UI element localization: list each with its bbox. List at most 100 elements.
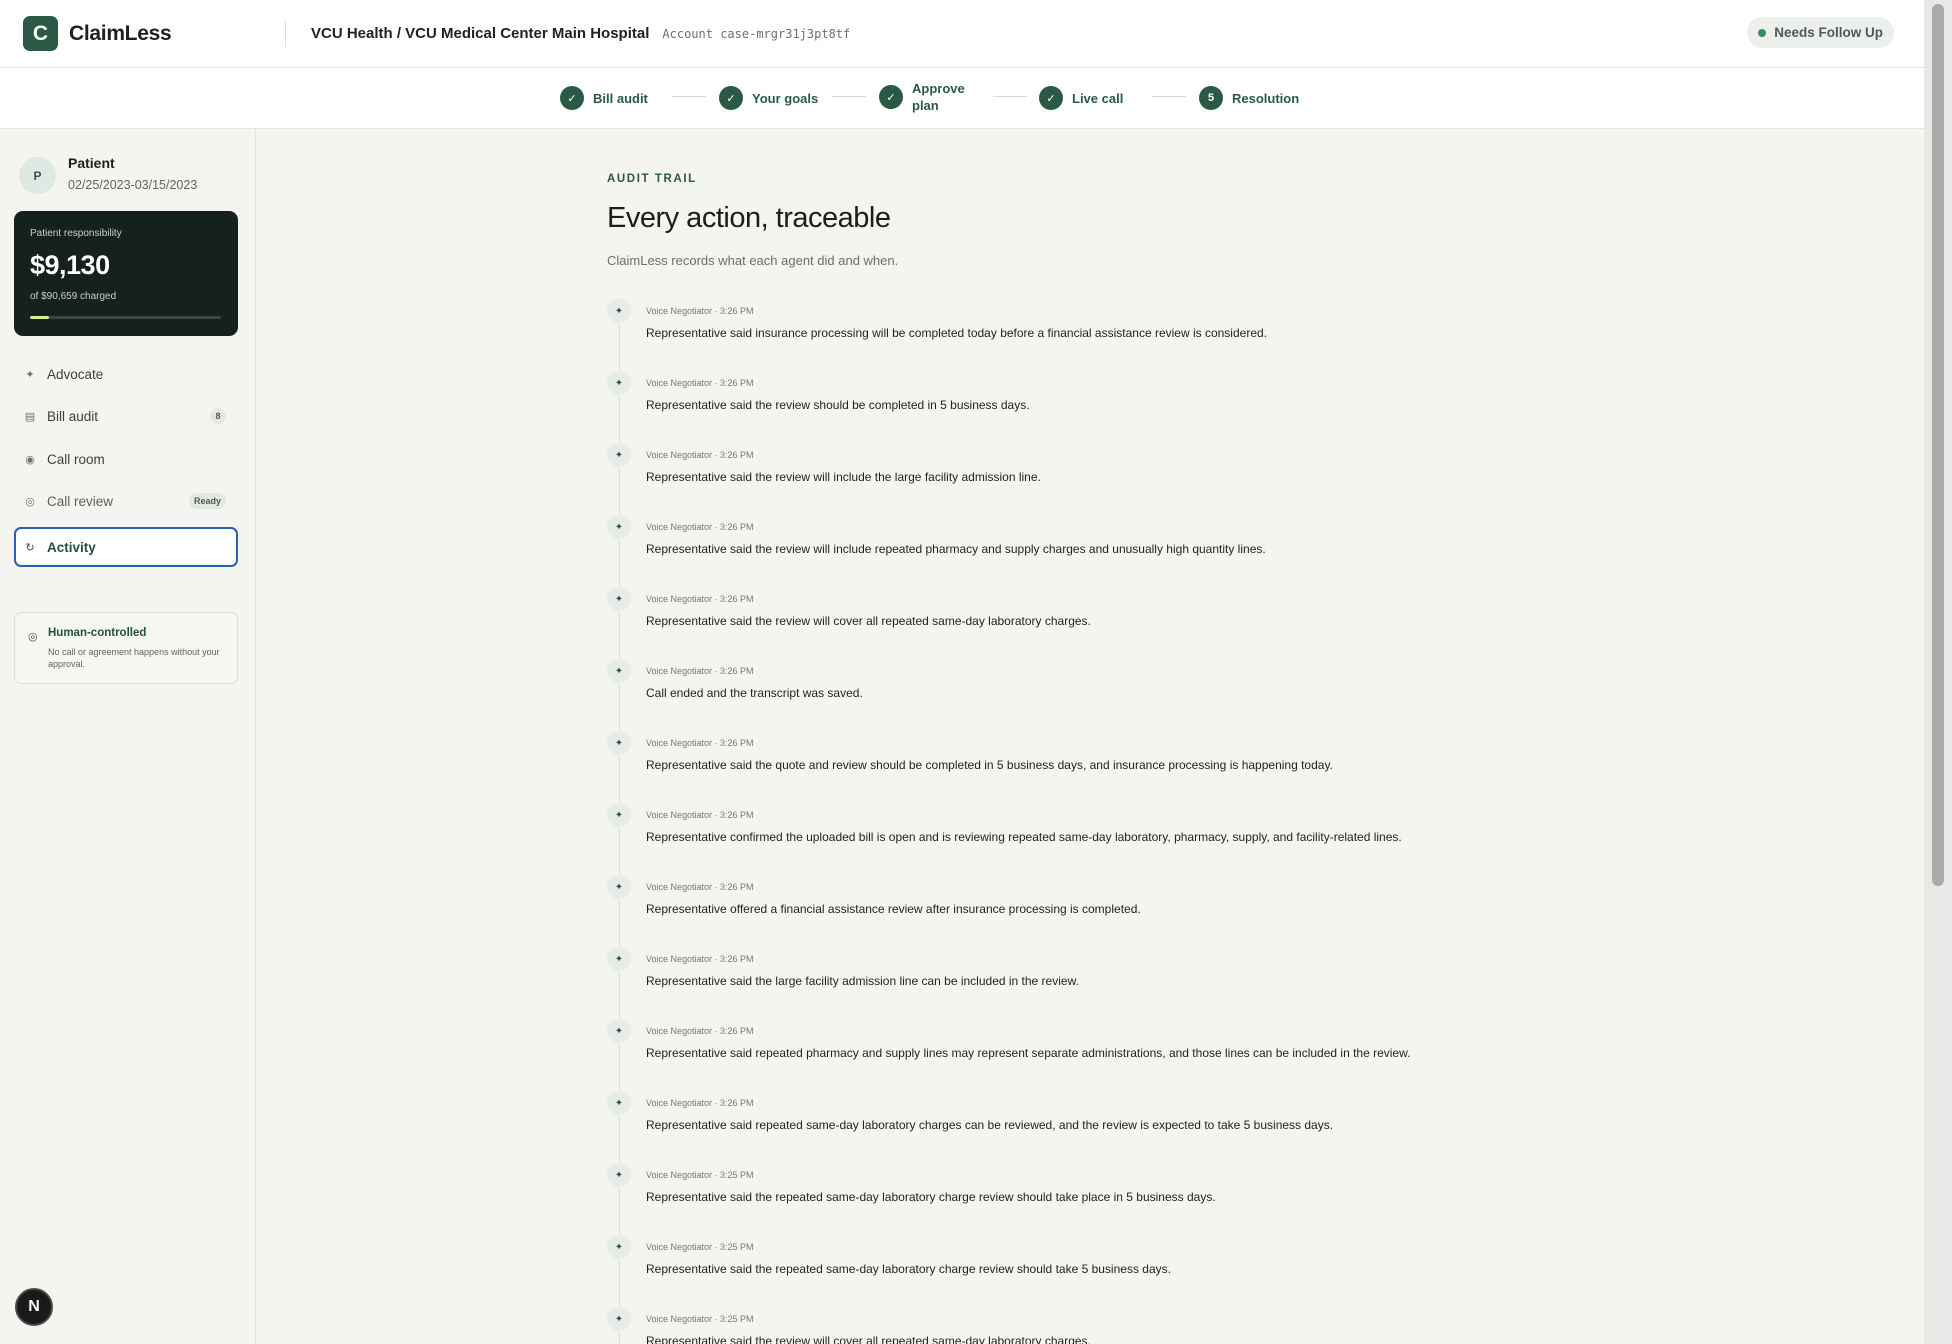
patient-name: Patient — [68, 155, 115, 171]
entry-meta: Voice Negotiator · 3:26 PM — [646, 738, 754, 748]
timeline-entry: ✦ Voice Negotiator · 3:25 PM Representativ… — [607, 1307, 1507, 1344]
entry-text: Representative said the review will incl… — [646, 470, 1041, 484]
step-resolution[interactable]: 5 Resolution — [1199, 86, 1299, 110]
sidebar-item-bill-audit[interactable]: ▤ Bill audit 8 — [14, 397, 238, 436]
sparkle-icon: ✦ — [607, 443, 631, 467]
service-dates: 02/25/2023-03/15/2023 — [68, 178, 198, 192]
step-label: Your goals — [752, 90, 819, 106]
sparkle-icon: ✦ — [607, 515, 631, 539]
entry-meta: Voice Negotiator · 3:26 PM — [646, 810, 754, 820]
entry-meta: Voice Negotiator · 3:25 PM — [646, 1242, 754, 1252]
entry-meta: Voice Negotiator · 3:26 PM — [646, 666, 754, 676]
step-label: Resolution — [1232, 90, 1300, 106]
step-connector — [672, 96, 706, 97]
sparkle-icon: ✦ — [607, 1307, 631, 1331]
step-your-goals[interactable]: ✓ Your goals — [719, 86, 818, 110]
patient-card: P Patient 02/25/2023-03/15/2023 — [19, 155, 197, 194]
sidebar-item-label: Bill audit — [47, 409, 99, 424]
sparkle-icon: ✦ — [607, 587, 631, 611]
scrollbar[interactable] — [1924, 0, 1952, 1344]
n-badge-icon[interactable]: N — [15, 1288, 53, 1326]
sidebar-item-label: Call review — [47, 494, 114, 509]
sparkle-icon: ✦ — [607, 875, 631, 899]
timeline-entry: ✦ Voice Negotiator · 3:26 PM Representativ… — [607, 443, 1507, 515]
top-header: C ClaimLess VCU Health / VCU Medical Cen… — [0, 0, 1924, 68]
entry-meta: Voice Negotiator · 3:26 PM — [646, 378, 754, 388]
entry-text: Representative said the repeated same-da… — [646, 1190, 1216, 1204]
refresh-icon: ↻ — [25, 541, 35, 554]
responsibility-amount: $9,130 — [30, 250, 110, 280]
step-connector — [1152, 96, 1186, 97]
human-controlled-title: Human-controlled — [48, 627, 147, 639]
timeline-entry: ✦ Voice Negotiator · 3:26 PM Representativ… — [607, 371, 1507, 443]
sidebar-item-call-room[interactable]: ◉ Call room — [14, 440, 238, 479]
entry-text: Representative offered a financial assis… — [646, 902, 1141, 916]
sidebar-item-call-review[interactable]: ◎ Call review Ready — [14, 482, 238, 521]
sparkle-icon: ✦ — [607, 299, 631, 323]
step-approve-plan[interactable]: ✓ Approve plan — [879, 80, 968, 114]
entry-text: Representative said the large facility a… — [646, 974, 1079, 988]
entry-text: Representative said the review should be… — [646, 398, 1030, 412]
document-icon: ▤ — [24, 411, 36, 423]
step-connector — [832, 96, 866, 97]
entry-text: Representative said the review will incl… — [646, 542, 1266, 556]
timeline-entry: ✦ Voice Negotiator · 3:25 PM Representativ… — [607, 1235, 1507, 1307]
timeline-entry: ✦ Voice Negotiator · 3:26 PM Representativ… — [607, 875, 1507, 947]
step-label: Bill audit — [593, 90, 648, 106]
timeline-entry: ✦ Voice Negotiator · 3:25 PM Representativ… — [607, 1163, 1507, 1235]
responsibility-progress — [30, 316, 221, 319]
sparkle-icon: ✦ — [607, 947, 631, 971]
human-controlled-text: No call or agreement happens without you… — [48, 647, 220, 669]
timeline-entry: ✦ Voice Negotiator · 3:26 PM Representativ… — [607, 1091, 1507, 1163]
provider-title: VCU Health / VCU Medical Center Main Hos… — [311, 25, 650, 42]
timeline-entry: ✦ Voice Negotiator · 3:26 PM Representativ… — [607, 587, 1507, 659]
total-charged: of $90,659 charged — [30, 291, 117, 302]
target-icon: ◎ — [28, 631, 38, 643]
check-icon: ✓ — [719, 86, 743, 110]
timeline-entry: ✦ Voice Negotiator · 3:26 PM Representativ… — [607, 731, 1507, 803]
entry-meta: Voice Negotiator · 3:26 PM — [646, 954, 754, 964]
timeline-entry: ✦ Voice Negotiator · 3:26 PM Representativ… — [607, 1019, 1507, 1091]
timeline-entry: ✦ Voice Negotiator · 3:26 PM Call ended an… — [607, 659, 1507, 731]
sparkle-icon: ✦ — [607, 1019, 631, 1043]
account-id: Account case-mrgr31j3pt8tf — [662, 26, 851, 41]
sparkle-icon: ✦ — [607, 731, 631, 755]
entry-text: Representative said the repeated same-da… — [646, 1262, 1171, 1276]
page-title: Every action, traceable — [607, 202, 891, 234]
step-live-call[interactable]: ✓ Live call — [1039, 86, 1123, 110]
entry-meta: Voice Negotiator · 3:25 PM — [646, 1314, 754, 1324]
entry-meta: Voice Negotiator · 3:26 PM — [646, 882, 754, 892]
entry-meta: Voice Negotiator · 3:26 PM — [646, 450, 754, 460]
sidebar-item-label: Call room — [47, 452, 105, 467]
sparkle-icon: ✦ — [607, 1235, 631, 1259]
check-icon: ✓ — [879, 85, 903, 109]
avatar: P — [19, 157, 56, 194]
sparkle-icon: ✦ — [25, 369, 35, 381]
entry-meta: Voice Negotiator · 3:26 PM — [646, 1098, 754, 1108]
sidebar-item-label: Advocate — [47, 367, 104, 382]
step-label: Approve plan — [912, 81, 965, 113]
brand-logo[interactable]: C ClaimLess — [23, 16, 285, 51]
sparkle-icon: ✦ — [607, 371, 631, 395]
sparkle-icon: ✦ — [607, 1091, 631, 1115]
step-label: Live call — [1072, 90, 1124, 106]
sparkle-icon: ✦ — [607, 1163, 631, 1187]
scrollbar-thumb[interactable] — [1932, 4, 1944, 886]
entry-text: Representative said repeated pharmacy an… — [646, 1046, 1411, 1060]
circle-icon: ◎ — [25, 496, 35, 508]
sparkle-icon: ✦ — [607, 659, 631, 683]
step-bill-audit[interactable]: ✓ Bill audit — [560, 86, 648, 110]
main-content: AUDIT TRAIL Every action, traceable Clai… — [257, 129, 1924, 1344]
sidebar-item-advocate[interactable]: ✦ Advocate — [14, 355, 238, 394]
count-badge: 8 — [210, 408, 226, 424]
timeline-entry: ✦ Voice Negotiator · 3:26 PM Representativ… — [607, 515, 1507, 587]
sidebar-item-activity[interactable]: ↻ Activity — [14, 527, 238, 567]
entry-text: Representative said repeated same-day la… — [646, 1118, 1334, 1132]
check-icon: ✓ — [560, 86, 584, 110]
ready-badge: Ready — [188, 493, 226, 509]
section-eyebrow: AUDIT TRAIL — [607, 173, 697, 185]
entry-text: Call ended and the transcript was saved. — [646, 686, 863, 700]
status-badge: Needs Follow Up — [1747, 17, 1894, 48]
page-subtitle: ClaimLess records what each agent did an… — [607, 253, 899, 268]
status-dot-icon — [1758, 28, 1767, 37]
